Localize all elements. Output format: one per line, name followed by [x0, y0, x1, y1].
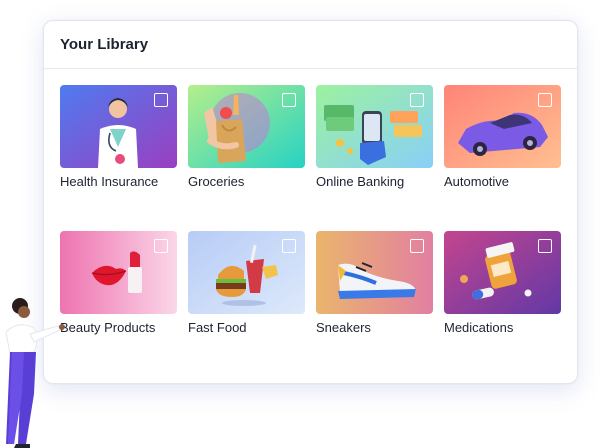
checkbox-automotive[interactable] — [538, 93, 552, 107]
label-fast-food: Fast Food — [188, 320, 247, 335]
thumbnail-beauty-products[interactable] — [60, 231, 177, 314]
checkbox-sneakers[interactable] — [410, 239, 424, 253]
checkbox-online-banking[interactable] — [410, 93, 424, 107]
label-automotive: Automotive — [444, 174, 510, 189]
label-sneakers: Sneakers — [316, 320, 371, 335]
thumbnail-online-banking[interactable] — [316, 85, 433, 168]
thumbnail-sneakers[interactable] — [316, 231, 433, 314]
library-header: Your Library — [44, 21, 577, 69]
library-title: Your Library — [60, 36, 149, 53]
library-card: Your Library Health Insurance Groceries … — [43, 20, 578, 384]
thumbnail-medications[interactable] — [444, 231, 561, 314]
thumbnail-health-insurance[interactable] — [60, 85, 177, 168]
checkbox-groceries[interactable] — [282, 93, 296, 107]
thumbnail-automotive[interactable] — [444, 85, 561, 168]
label-online-banking: Online Banking — [316, 174, 405, 189]
label-beauty-products: Beauty Products — [60, 320, 156, 335]
checkbox-beauty-products[interactable] — [154, 239, 168, 253]
label-health-insurance: Health Insurance — [60, 174, 159, 189]
thumbnail-groceries[interactable] — [188, 85, 305, 168]
checkbox-medications[interactable] — [538, 239, 552, 253]
label-groceries: Groceries — [188, 174, 245, 189]
thumbnail-fast-food[interactable] — [188, 231, 305, 314]
checkbox-health-insurance[interactable] — [154, 93, 168, 107]
person-illustration — [5, 298, 65, 448]
checkbox-fast-food[interactable] — [282, 239, 296, 253]
label-medications: Medications — [444, 320, 514, 335]
